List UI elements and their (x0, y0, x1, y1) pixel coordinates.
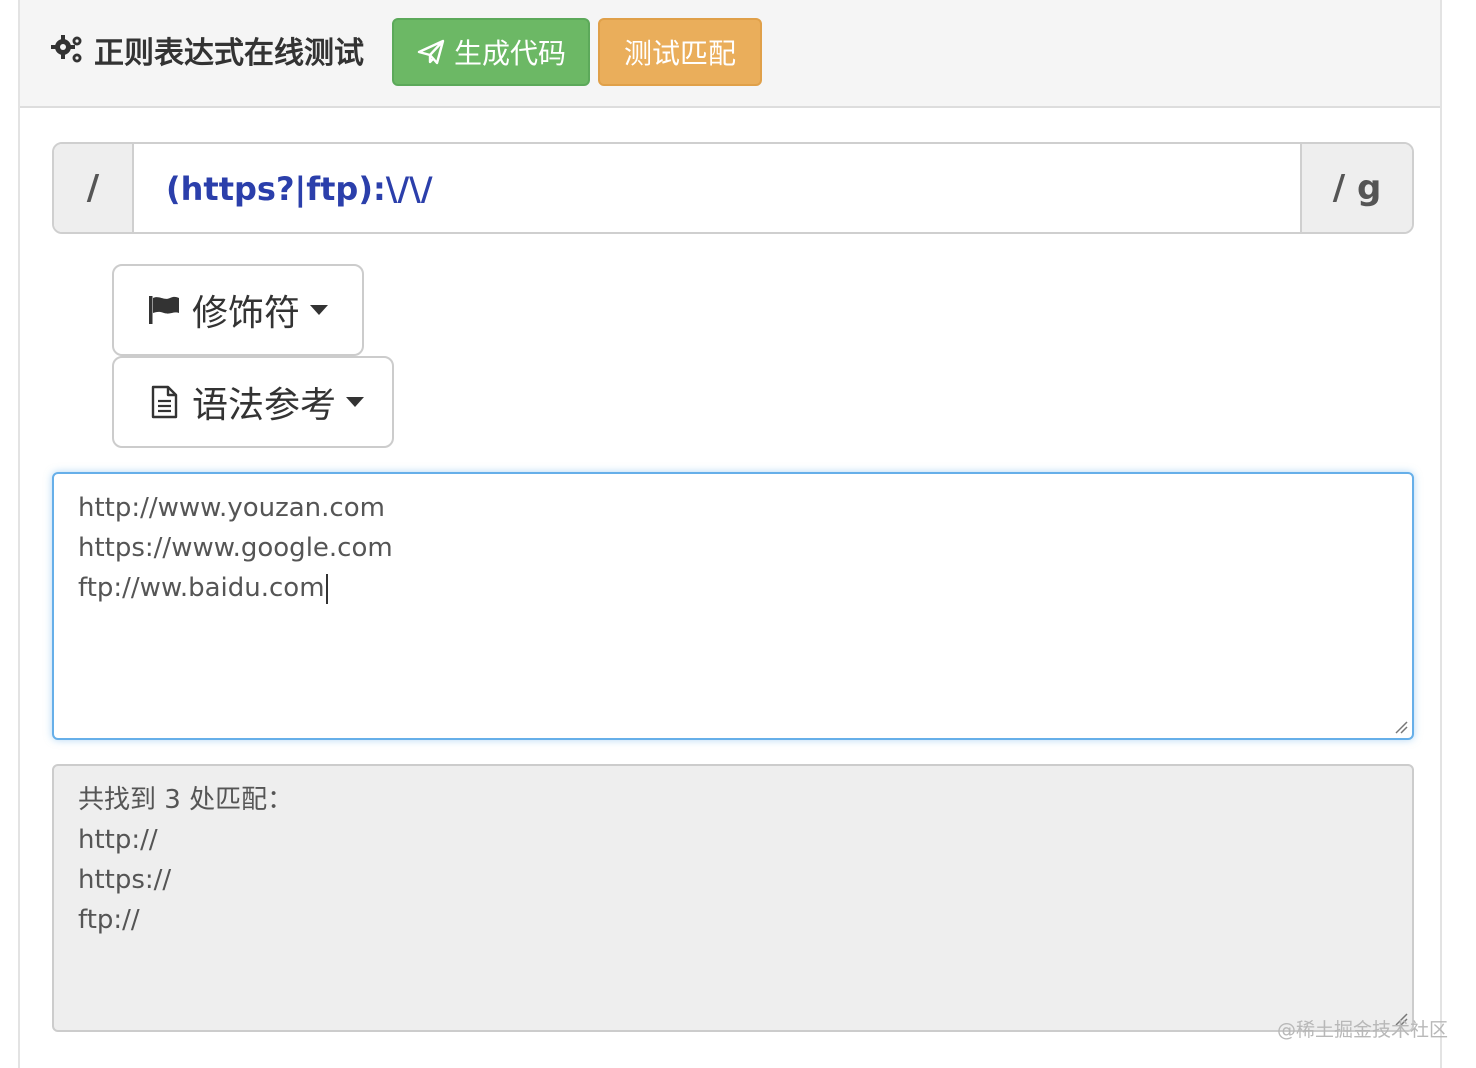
test-text-input[interactable]: http://www.youzan.com https://www.google… (52, 472, 1414, 740)
syntax-reference-label: 语法参考 (192, 385, 337, 426)
resize-handle-icon[interactable] (1392, 718, 1408, 734)
text-line: ftp://ww.baidu.com (78, 568, 1388, 608)
page-title: 正则表达式在线测试 (50, 28, 364, 72)
text-line: http://www.youzan.com (78, 493, 385, 523)
chevron-down-icon (346, 397, 365, 407)
test-match-label: 测试匹配 (623, 37, 736, 70)
document-icon (151, 385, 178, 419)
text-line-content: ftp://ww.baidu.com (78, 573, 325, 603)
text-cursor (325, 573, 328, 604)
generate-code-label: 生成代码 (453, 37, 566, 70)
test-match-button[interactable]: 测试匹配 (598, 18, 762, 86)
regex-prefix: / (54, 144, 134, 232)
match-item: ftp:// (78, 905, 140, 935)
generate-code-button[interactable]: 生成代码 (392, 18, 590, 86)
regex-pattern-input[interactable]: (https?|ftp):\/\/ (166, 166, 433, 212)
regex-input-group: / (https?|ftp):\/\/ / g (52, 142, 1414, 234)
flags-dropdown[interactable]: 修饰符 (112, 264, 364, 356)
flag-icon (149, 296, 179, 324)
page-title-text: 正则表达式在线测试 (94, 36, 364, 71)
regex-tester-panel: 正则表达式在线测试 生成代码 测试匹配 / (https?|ftp):\/\/ … (18, 0, 1442, 1068)
text-line: https://www.google.com (78, 533, 393, 563)
match-item: https:// (78, 865, 172, 895)
syntax-reference-dropdown[interactable]: 语法参考 (112, 356, 394, 448)
match-result-output: 共找到 3 处匹配： http:// https:// ftp:// (52, 764, 1414, 1032)
match-summary: 共找到 3 处匹配： (78, 785, 294, 815)
paper-plane-icon (417, 39, 445, 65)
chevron-down-icon (310, 305, 329, 315)
flags-dropdown-label: 修饰符 (192, 293, 301, 334)
gears-icon (51, 35, 82, 63)
regex-flags-suffix: / g (1300, 144, 1412, 232)
watermark: @稀土掘金技术社区 (1276, 1019, 1448, 1041)
match-item: http:// (78, 825, 158, 855)
